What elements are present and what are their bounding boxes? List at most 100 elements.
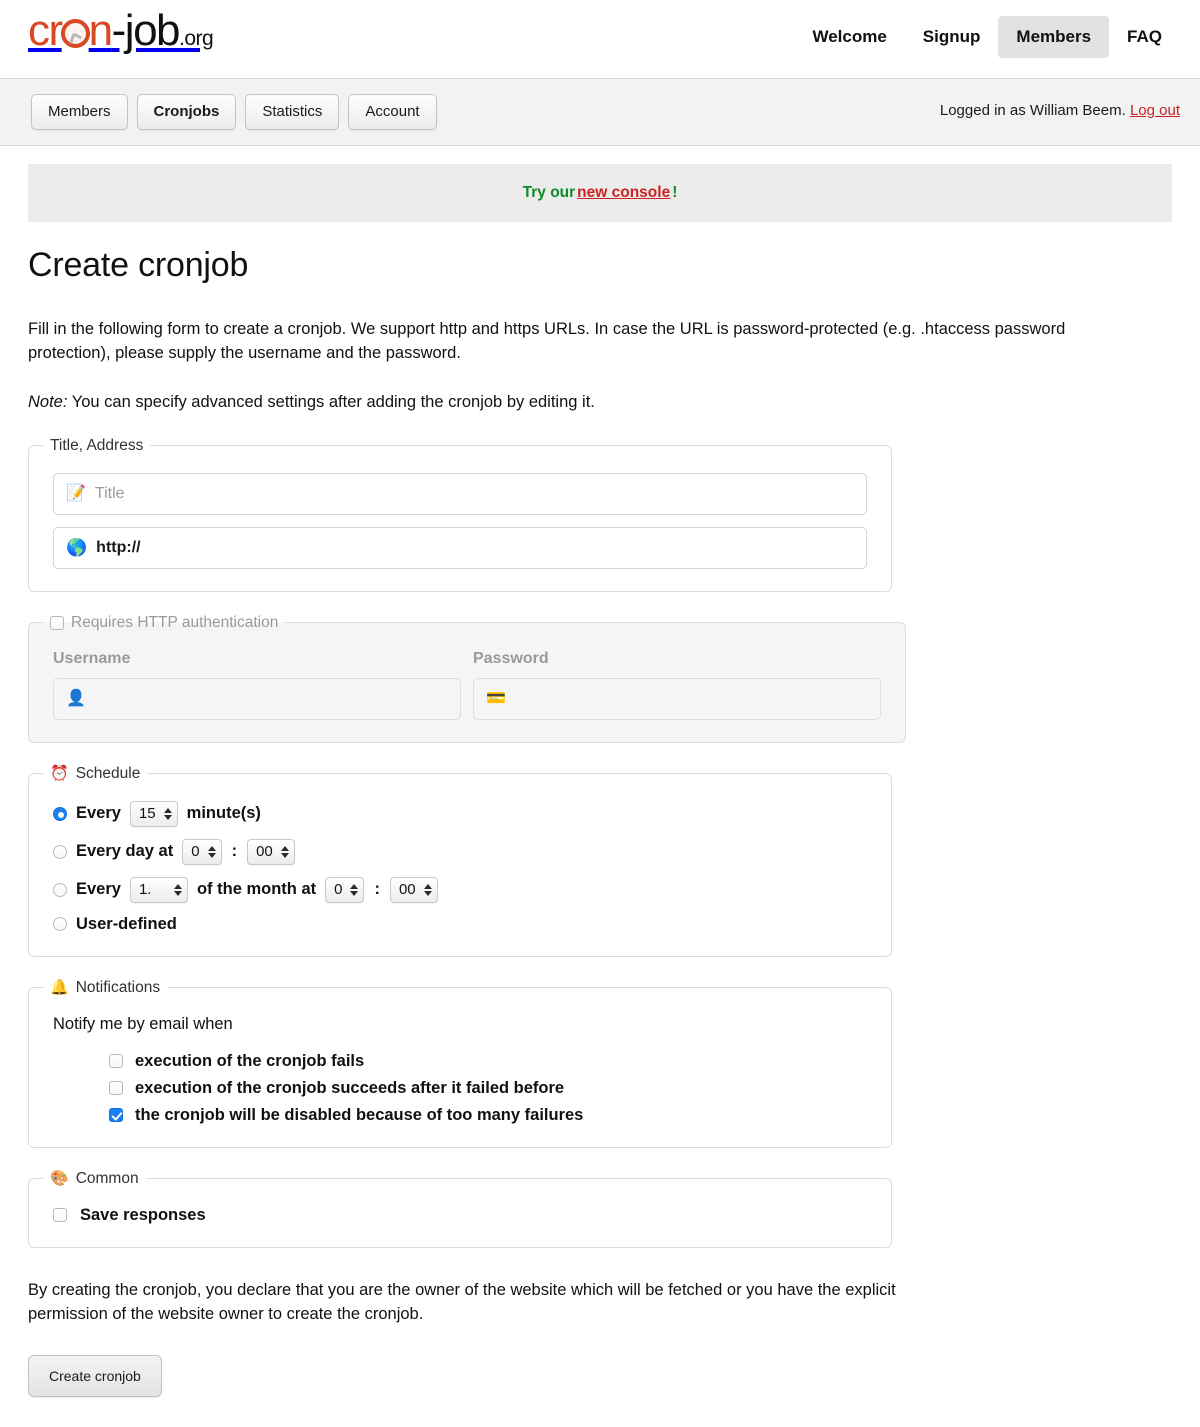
notify-list: execution of the cronjob fails execution…	[109, 1052, 867, 1125]
select-month-day-value: 1.	[138, 881, 152, 899]
logo-text-cron: cr	[28, 6, 63, 55]
username-group: Username 👤	[53, 650, 461, 720]
checkbox-save-responses[interactable]	[53, 1208, 67, 1223]
logout-link[interactable]: Log out	[1130, 102, 1180, 119]
label-every-month-mid: of the month at	[196, 880, 317, 899]
label-notify-disabled: the cronjob will be disabled because of …	[135, 1105, 584, 1124]
fieldset-http-auth: Requires HTTP authentication Username 👤 …	[28, 613, 906, 743]
fieldset-schedule-legend-text: Schedule	[75, 764, 141, 782]
notepad-icon: 📝	[66, 484, 86, 502]
radio-user-defined[interactable]	[53, 917, 67, 932]
user-icon: 👤	[66, 689, 86, 707]
select-day-hour[interactable]: 0	[182, 838, 222, 865]
url-input[interactable]: 🌎 http://	[53, 526, 867, 569]
top-nav-signup[interactable]: Signup	[905, 16, 999, 58]
top-nav-faq[interactable]: FAQ	[1109, 16, 1180, 58]
select-month-minute-value: 00	[398, 881, 416, 899]
select-month-minute[interactable]: 00	[389, 876, 438, 903]
notify-heading: Notify me by email when	[53, 1014, 233, 1033]
create-cronjob-button[interactable]: Create cronjob	[28, 1355, 162, 1398]
label-every-minutes-before: Every	[76, 804, 121, 823]
fieldset-schedule: ⏰ Schedule Every 15 minute(s) Every day …	[28, 764, 892, 957]
intro-paragraph: Fill in the following form to create a c…	[28, 319, 1066, 362]
schedule-row-every-minutes[interactable]: Every 15 minute(s)	[53, 800, 867, 827]
fieldset-title-address-legend: Title, Address	[43, 437, 150, 455]
notify-option-disabled[interactable]: the cronjob will be disabled because of …	[109, 1106, 867, 1125]
notify-option-fails[interactable]: execution of the cronjob fails	[109, 1052, 867, 1071]
title-input[interactable]: 📝 Title	[53, 472, 867, 515]
username-label: Username	[53, 649, 131, 667]
note-paragraph: Note: You can specify advanced settings …	[28, 390, 1148, 414]
site-header: cr n-job.org Welcome Signup Members FAQ	[0, 0, 1200, 79]
tab-statistics[interactable]: Statistics	[245, 94, 340, 131]
top-nav-welcome[interactable]: Welcome	[794, 16, 904, 58]
tab-account[interactable]: Account	[348, 94, 437, 131]
logged-in-text: Logged in as William Beem.	[939, 102, 1126, 119]
notify-option-succeeds[interactable]: execution of the cronjob succeeds after …	[109, 1079, 867, 1098]
main-content: Try our new console! Create cronjob Fill…	[0, 164, 1200, 1427]
site-logo[interactable]: cr n-job.org	[28, 6, 214, 55]
schedule-row-user-defined[interactable]: User-defined	[53, 915, 867, 934]
top-nav: Welcome Signup Members FAQ	[794, 16, 1180, 58]
select-minutes[interactable]: 15	[129, 800, 178, 827]
checkbox-notify-succeeds[interactable]	[109, 1081, 123, 1096]
logo-text-cron-tail: n	[88, 6, 113, 55]
disclaimer-paragraph: By creating the cronjob, you declare tha…	[28, 1280, 896, 1324]
fieldset-notifications-legend: 🔔 Notifications	[43, 979, 167, 997]
sub-nav: Members Cronjobs Statistics Account Logg…	[0, 79, 1200, 146]
password-label: Password	[473, 649, 549, 667]
fieldset-common-legend: 🎨 Common	[43, 1170, 146, 1188]
page-title: Create cronjob	[28, 246, 249, 284]
fieldset-title-address: Title, Address 📝 Title 🌎 http://	[28, 436, 892, 592]
schedule-row-every-day[interactable]: Every day at 0 : 00	[53, 838, 867, 865]
label-save-responses: Save responses	[80, 1205, 206, 1224]
fieldset-title-address-legend-text: Title, Address	[50, 436, 144, 454]
select-day-minute[interactable]: 00	[247, 838, 295, 865]
time-separator: :	[231, 842, 238, 861]
label-notify-fails: execution of the cronjob fails	[135, 1051, 365, 1070]
label-every-day: Every day at	[76, 842, 174, 861]
checkbox-notify-fails[interactable]	[109, 1054, 123, 1069]
password-group: Password 💳	[473, 650, 881, 720]
select-day-minute-value: 00	[256, 843, 273, 861]
shapes-icon: 🎨	[50, 1170, 69, 1188]
logo-text-org: .org	[179, 27, 214, 50]
fieldset-common-legend-text: Common	[75, 1169, 139, 1187]
password-input[interactable]: 💳	[473, 677, 881, 720]
key-card-icon: 💳	[486, 689, 506, 707]
select-month-day[interactable]: 1.	[129, 876, 188, 903]
globe-icon: 🌎	[66, 538, 88, 558]
radio-every-day[interactable]	[53, 844, 67, 859]
label-notify-succeeds: execution of the cronjob succeeds after …	[135, 1078, 565, 1097]
bell-icon: 🔔	[50, 979, 69, 997]
stepper-arrows-icon	[350, 883, 359, 896]
logo-text-job: -job	[111, 6, 181, 55]
checkbox-notify-disabled[interactable]	[109, 1108, 123, 1123]
radio-every-month[interactable]	[53, 882, 67, 897]
select-minutes-value: 15	[138, 805, 156, 823]
radio-every-minutes[interactable]	[53, 806, 67, 821]
alarm-clock-icon: ⏰	[50, 765, 69, 783]
tab-members[interactable]: Members	[31, 94, 128, 131]
requires-http-auth-checkbox[interactable]	[50, 615, 64, 630]
note-label: Note:	[28, 393, 68, 412]
top-nav-members[interactable]: Members	[998, 16, 1110, 58]
select-month-hour-value: 0	[334, 881, 343, 899]
time-separator: :	[374, 880, 380, 899]
label-every-minutes-after: minute(s)	[186, 804, 261, 823]
fieldset-common: 🎨 Common Save responses	[28, 1169, 892, 1248]
username-input[interactable]: 👤	[53, 677, 461, 720]
fieldset-notifications: 🔔 Notifications Notify me by email when …	[28, 978, 892, 1148]
fieldset-schedule-legend: ⏰ Schedule	[43, 765, 147, 783]
new-console-banner[interactable]: Try our new console!	[28, 164, 1172, 222]
new-console-link[interactable]: new console	[575, 184, 672, 202]
note-text: You can specify advanced settings after …	[67, 393, 595, 412]
save-responses-row[interactable]: Save responses	[53, 1206, 867, 1225]
url-input-value: http://	[96, 538, 141, 556]
select-month-hour[interactable]: 0	[325, 876, 365, 903]
schedule-row-every-month[interactable]: Every 1. of the month at 0 : 00	[53, 876, 867, 903]
tab-cronjobs[interactable]: Cronjobs	[136, 94, 237, 131]
sub-nav-tabs: Members Cronjobs Statistics Account	[31, 94, 437, 131]
clock-icon	[60, 19, 90, 48]
stepper-arrows-icon	[207, 845, 216, 858]
